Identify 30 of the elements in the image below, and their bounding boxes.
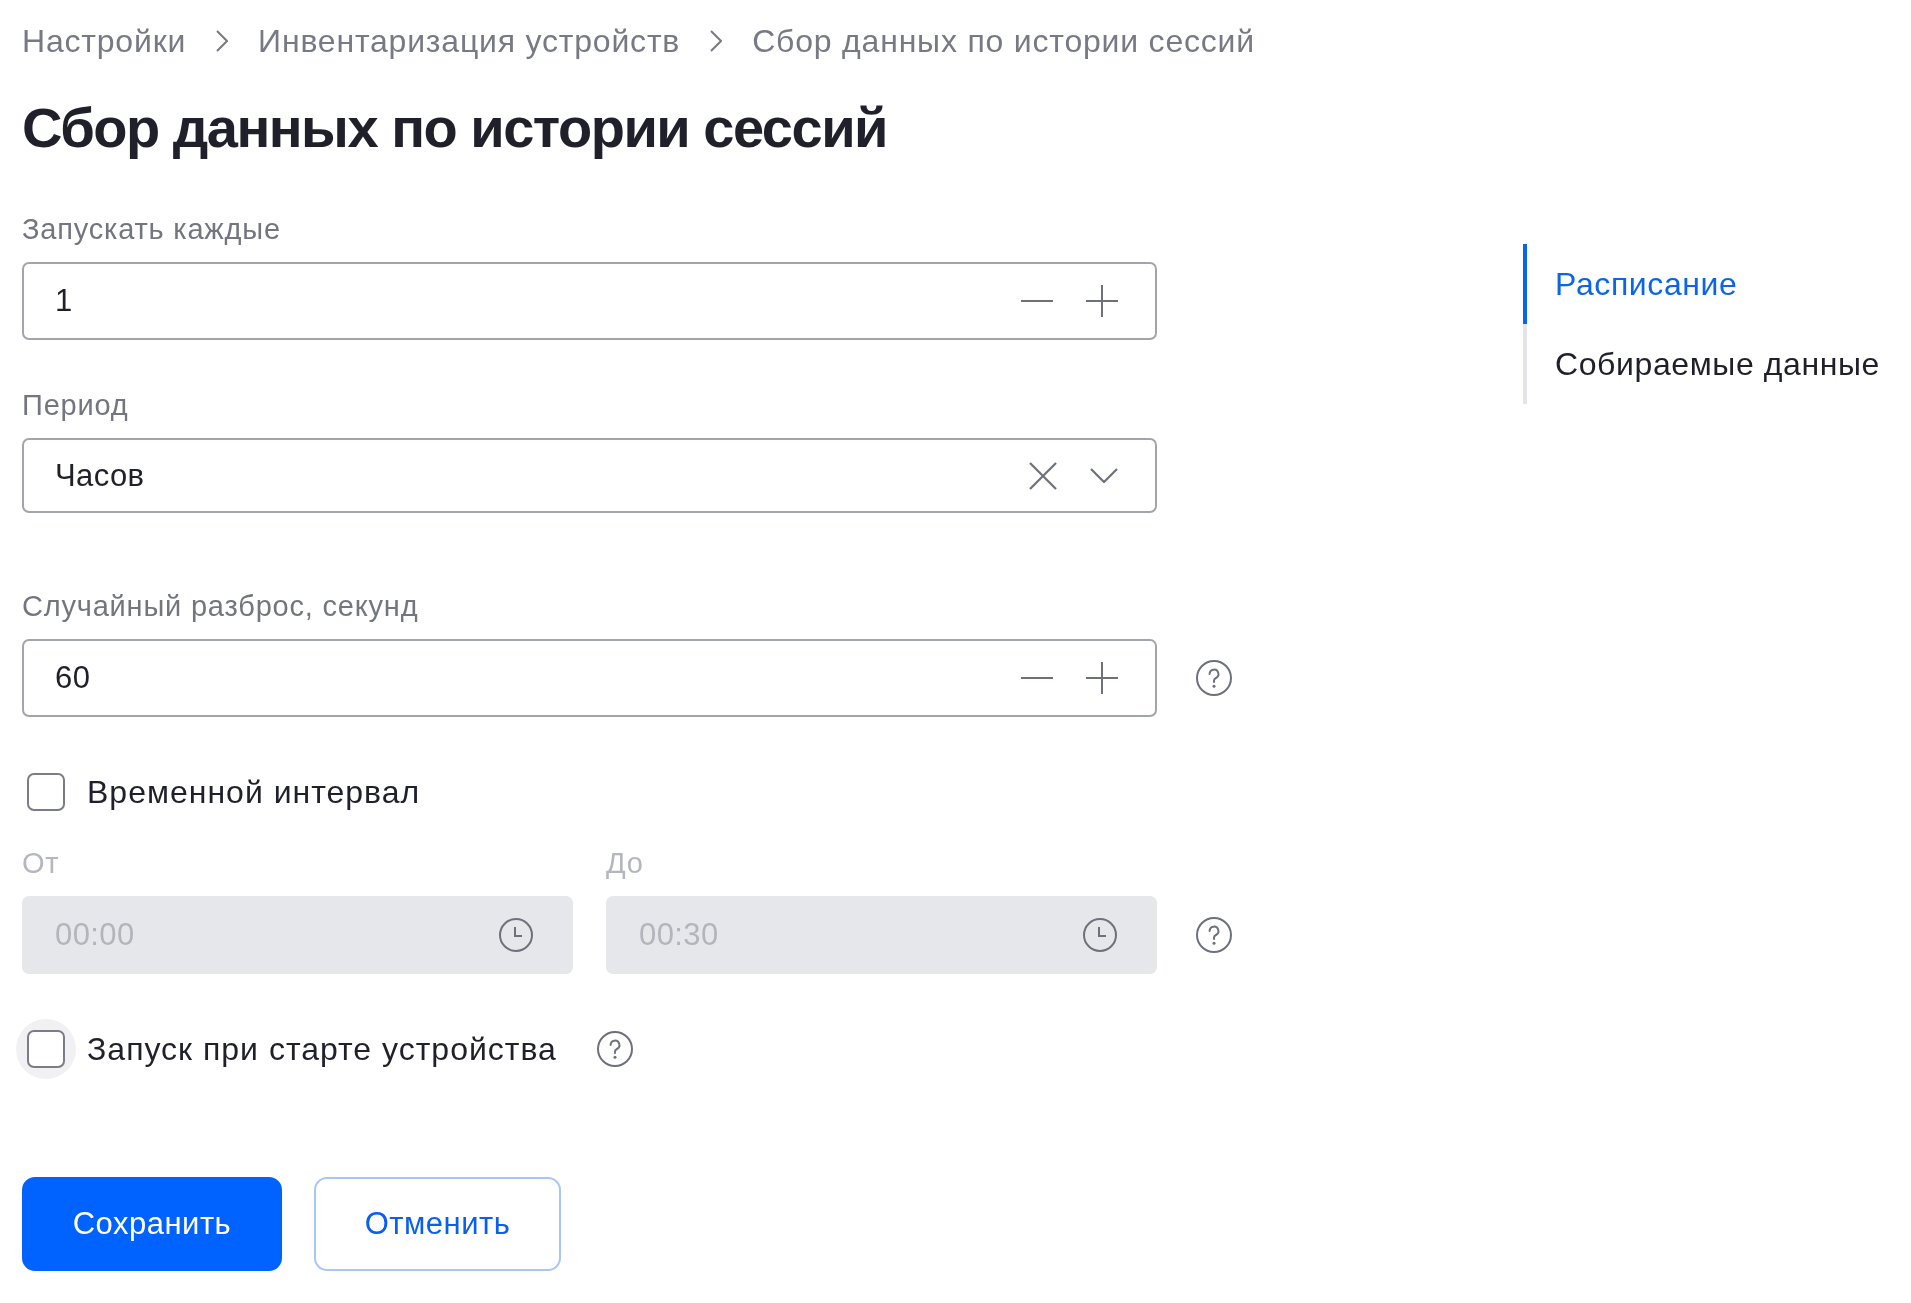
checkbox-label: Временной интервал (87, 773, 421, 812)
breadcrumb-link[interactable]: Инвентаризация устройств (258, 21, 681, 61)
section-nav-link[interactable]: Расписание (1523, 244, 1880, 324)
save-button[interactable]: Сохранить (22, 1177, 282, 1271)
field-label: Запускать каждые (22, 212, 281, 247)
page-title: Сбор данных по истории сессий (22, 95, 887, 161)
number-field[interactable]: 60 (22, 639, 1157, 717)
breadcrumb-current: Сбор данных по истории сессий (752, 22, 1255, 61)
chevron-right-icon (216, 30, 229, 52)
help-icon[interactable] (1196, 660, 1232, 696)
number-field[interactable]: 1 (22, 262, 1157, 340)
period-dropdown[interactable]: Часов (22, 438, 1157, 513)
field-label: До (606, 846, 644, 881)
chevron-down-icon[interactable] (1090, 468, 1118, 483)
section-nav-link[interactable]: Собираемые данные (1523, 324, 1880, 404)
clear-icon[interactable] (1029, 461, 1057, 490)
checkbox[interactable] (27, 1030, 65, 1068)
field-label: Случайный разброс, секунд (22, 589, 419, 624)
chevron-right-icon (710, 30, 723, 52)
checkbox-label: Запуск при старте устройства (87, 1030, 557, 1069)
help-icon[interactable] (596, 1031, 633, 1067)
plus-icon[interactable] (1086, 662, 1118, 694)
checkbox[interactable] (27, 773, 65, 811)
breadcrumb-link[interactable]: Настройки (22, 21, 187, 61)
cancel-button[interactable]: Отменить (314, 1177, 561, 1271)
plus-icon[interactable] (1086, 285, 1118, 317)
field-label: От (22, 846, 60, 881)
clock-icon (499, 918, 533, 952)
clock-icon (1083, 918, 1117, 952)
field-label: Период (22, 388, 129, 423)
